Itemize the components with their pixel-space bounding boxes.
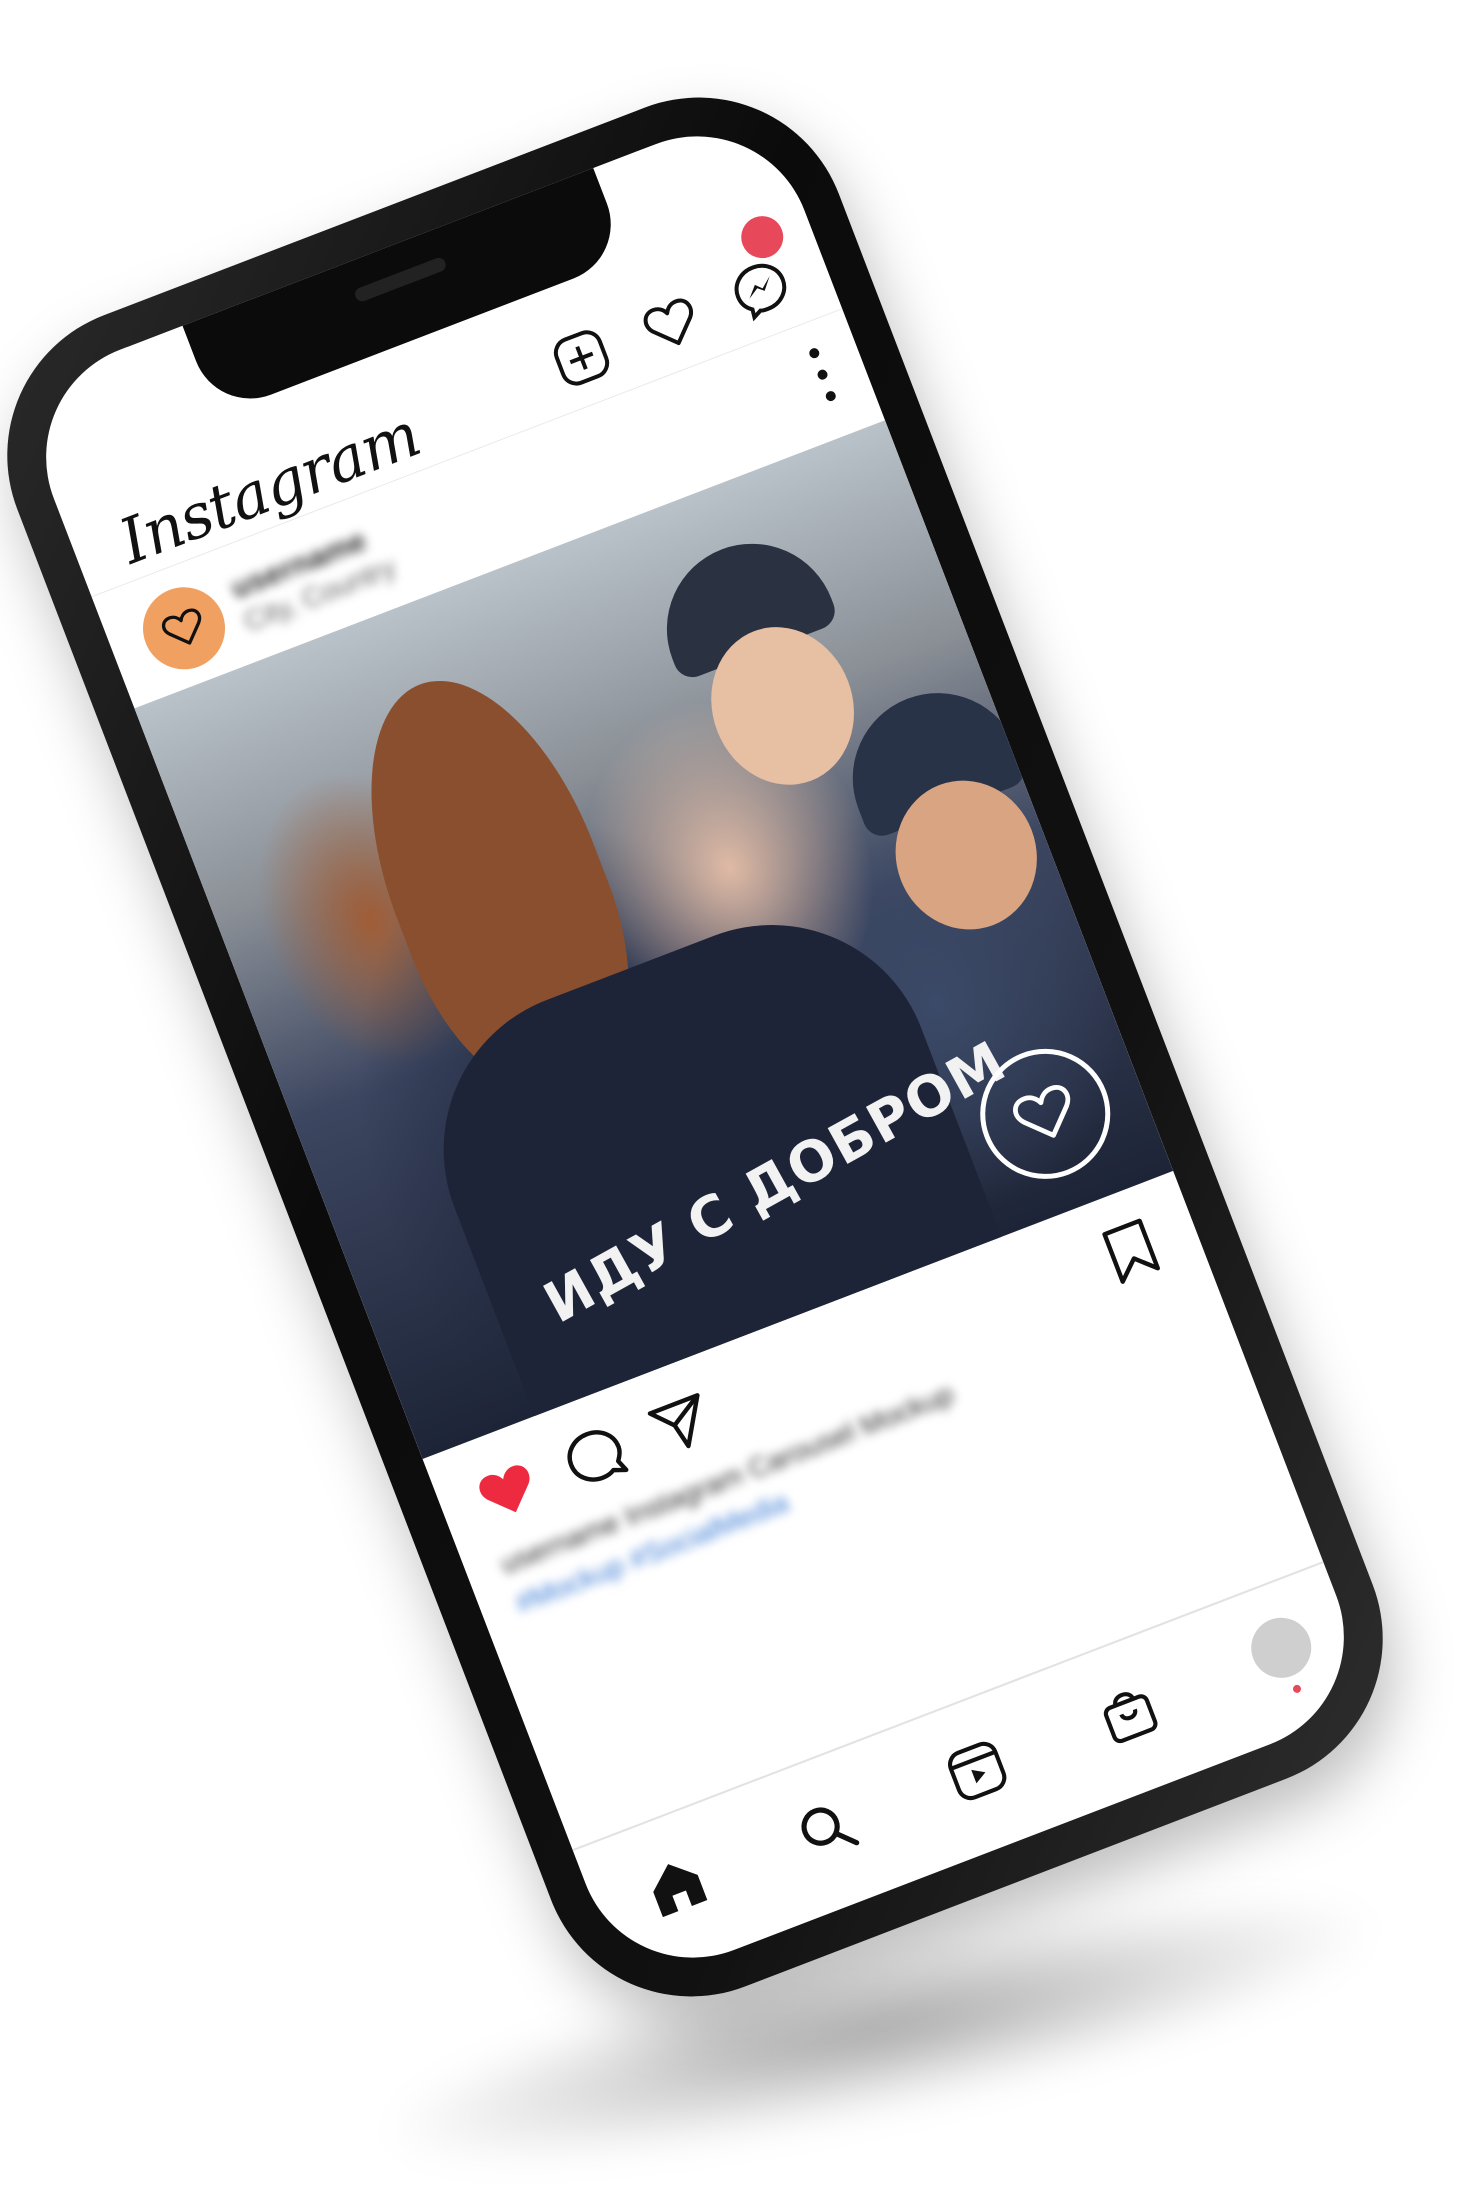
messenger-icon[interactable]: [723, 209, 798, 327]
reels-icon[interactable]: [938, 1732, 1016, 1810]
profile-indicator-dot: [1291, 1683, 1303, 1695]
heart-icon[interactable]: [634, 286, 709, 361]
more-options-icon[interactable]: [803, 339, 843, 410]
phone-screen: Instagram username City, Country ИДУ С Д…: [12, 102, 1378, 1992]
home-icon[interactable]: [638, 1848, 716, 1926]
phone-frame: Instagram username City, Country ИДУ С Д…: [0, 53, 1427, 2041]
new-post-icon[interactable]: [544, 320, 619, 395]
like-icon[interactable]: [466, 1449, 549, 1532]
post-avatar[interactable]: [131, 575, 237, 682]
shop-icon[interactable]: [1090, 1674, 1168, 1752]
bookmark-icon[interactable]: [1090, 1210, 1173, 1293]
share-icon[interactable]: [640, 1383, 723, 1466]
notification-badge: [735, 209, 790, 265]
search-icon[interactable]: [787, 1790, 865, 1868]
profile-avatar[interactable]: [1242, 1609, 1321, 1687]
comment-icon[interactable]: [554, 1416, 637, 1499]
